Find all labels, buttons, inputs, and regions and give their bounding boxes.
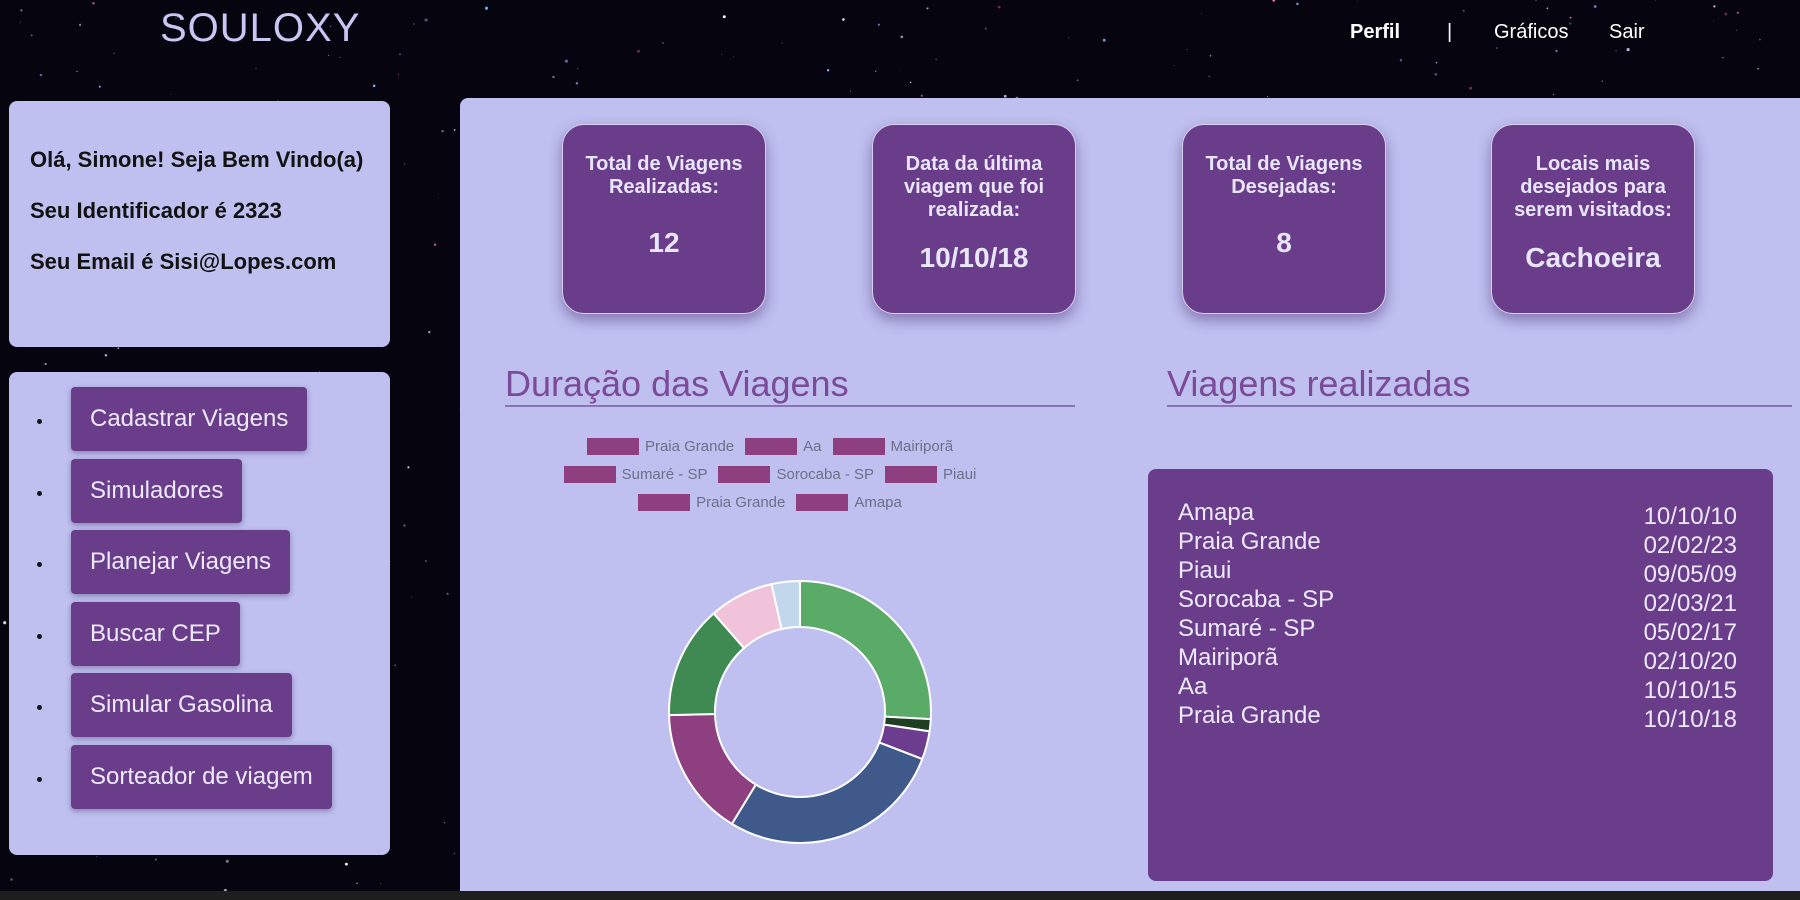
trip-row: Sumaré - SP 05/02/17	[1178, 615, 1737, 646]
simular-gasolina-button[interactable]: Simular Gasolina	[71, 673, 292, 737]
duration-section-divider	[505, 405, 1075, 407]
trip-date: 10/10/15	[1643, 677, 1737, 704]
planejar-viagens-button[interactable]: Planejar Viagens	[71, 530, 291, 594]
menu-item: Buscar CEP	[54, 601, 390, 674]
legend-swatch	[885, 465, 938, 483]
trip-row: Praia Grande 10/10/18	[1178, 702, 1737, 733]
nav-link-sair[interactable]: Sair	[1609, 21, 1645, 44]
legend-swatch	[563, 465, 616, 483]
stat-label: Data da última viagem que foi realizada:	[903, 153, 1045, 221]
trips-list: Amapa 10/10/10 Praia Grande 02/02/23 Piaui…	[1148, 469, 1773, 881]
simuladores-button[interactable]: Simuladores	[71, 458, 243, 523]
trip-date: 02/03/21	[1643, 590, 1737, 617]
legend-label: Aa	[803, 437, 822, 455]
trip-place: Praia Grande	[1178, 702, 1321, 729]
legend-item[interactable]: Aa	[745, 437, 822, 455]
stat-label: Total de Viagens Realizadas:	[585, 153, 743, 198]
legend-swatch	[745, 437, 798, 455]
welcome-panel: Olá, Simone! Seja Bem Vindo(a) Seu Ident…	[9, 101, 390, 347]
menu-item: Sorteador de viagem	[54, 744, 390, 817]
legend-row: Praia Grande Amapa	[560, 488, 980, 516]
user-identifier: Seu Identificador é 2323	[30, 198, 282, 223]
trip-place: Piaui	[1178, 557, 1232, 584]
trips-section-title: Viagens realizadas	[1167, 363, 1471, 404]
duration-section-title: Duração das Viagens	[505, 363, 849, 404]
brand-logo: SOULOXY	[160, 6, 361, 50]
trip-date: 10/10/18	[1643, 706, 1737, 733]
donut-slice[interactable]	[730, 741, 924, 844]
legend-label: Sumaré - SP	[621, 465, 708, 483]
nav-separator: |	[1447, 21, 1453, 43]
stat-label: Total de Viagens Desejadas:	[1205, 153, 1363, 198]
trip-row: Piaui 09/05/09	[1178, 557, 1737, 588]
legend-item[interactable]: Piaui	[885, 465, 977, 483]
buscar-cep-button[interactable]: Buscar CEP	[71, 601, 240, 666]
stat-card-viagens-desejadas: Total de Viagens Desejadas: 8	[1182, 124, 1386, 314]
legend-swatch	[586, 437, 639, 455]
trip-row: Aa 10/10/15	[1178, 673, 1737, 704]
legend-item[interactable]: Sorocaba - SP	[718, 465, 875, 483]
trip-place: Sorocaba - SP	[1178, 586, 1335, 613]
trip-place: Mairiporã	[1178, 644, 1279, 671]
donut-slice[interactable]	[668, 712, 758, 826]
legend-item[interactable]: Praia Grande	[638, 493, 786, 511]
legend-item[interactable]: Mairiporã	[832, 437, 954, 455]
stat-value: 8	[1276, 227, 1292, 258]
legend-label: Amapa	[854, 493, 902, 511]
legend-swatch	[718, 465, 771, 483]
legend-item[interactable]: Praia Grande	[586, 437, 735, 455]
main-panel: Total de Viagens Realizadas: 12 Data da …	[460, 98, 1800, 900]
trip-place: Sumaré - SP	[1178, 615, 1316, 642]
legend-label: Sorocaba - SP	[776, 465, 875, 483]
legend-swatch	[796, 493, 849, 511]
stat-value: 10/10/18	[919, 242, 1029, 273]
stat-card-locais-desejados: Locais mais desejados para serem visitad…	[1491, 124, 1695, 314]
stat-value: 12	[648, 227, 680, 258]
trip-date: 02/10/20	[1643, 648, 1737, 675]
legend-swatch	[638, 493, 691, 511]
duration-donut-chart	[668, 579, 932, 844]
trip-place: Amapa	[1178, 499, 1255, 526]
stat-label: Locais mais desejados para serem visitad…	[1514, 153, 1672, 221]
stat-card-total-viagens: Total de Viagens Realizadas: 12	[562, 124, 766, 314]
trip-date: 05/02/17	[1643, 619, 1737, 646]
trip-date: 09/05/09	[1643, 561, 1737, 588]
legend-label: Praia Grande	[644, 437, 735, 455]
legend-label: Praia Grande	[696, 493, 786, 511]
trip-date: 10/10/10	[1643, 503, 1737, 530]
stat-value: Cachoeira	[1525, 242, 1661, 273]
legend-swatch	[832, 437, 885, 455]
menu-item: Simuladores	[54, 458, 390, 531]
legend-row: Praia Grande Aa Mairiporã	[560, 432, 980, 460]
chart-legend: Praia Grande Aa Mairiporã Sumaré - SP So…	[560, 432, 980, 516]
trip-row: Praia Grande 02/02/23	[1178, 528, 1737, 559]
trip-date: 02/02/23	[1643, 532, 1737, 559]
menu-list: Cadastrar Viagens Simuladores Planejar V…	[54, 387, 390, 816]
trip-row: Sorocaba - SP 02/03/21	[1178, 586, 1737, 617]
legend-label: Mairiporã	[890, 437, 954, 455]
legend-label: Piaui	[943, 465, 977, 483]
trip-row: Amapa 10/10/10	[1178, 499, 1737, 530]
menu-item: Planejar Viagens	[54, 530, 390, 602]
nav-link-perfil[interactable]: Perfil	[1350, 21, 1400, 44]
stat-card-ultima-viagem: Data da última viagem que foi realizada:…	[872, 124, 1076, 314]
cadastrar-viagens-button[interactable]: Cadastrar Viagens	[71, 387, 308, 451]
welcome-greeting: Olá, Simone! Seja Bem Vindo(a)	[30, 147, 364, 172]
menu-item: Cadastrar Viagens	[54, 387, 390, 459]
nav-link-graficos[interactable]: Gráficos	[1494, 21, 1568, 44]
trips-section-divider	[1167, 405, 1792, 407]
donut-slice[interactable]	[799, 579, 932, 721]
menu-panel: Cadastrar Viagens Simuladores Planejar V…	[9, 372, 390, 855]
legend-row: Sumaré - SP Sorocaba - SP Piaui	[560, 460, 980, 488]
user-email: Seu Email é Sisi@Lopes.com	[30, 249, 337, 274]
trip-place: Aa	[1178, 673, 1208, 700]
legend-item[interactable]: Sumaré - SP	[563, 465, 708, 483]
window-bottom-bar	[0, 891, 1800, 900]
trip-place: Praia Grande	[1178, 528, 1321, 555]
legend-item[interactable]: Amapa	[796, 493, 902, 511]
menu-item: Simular Gasolina	[54, 673, 390, 745]
sorteador-de-viagem-button[interactable]: Sorteador de viagem	[71, 744, 332, 809]
trip-row: Mairiporã 02/10/20	[1178, 644, 1737, 675]
